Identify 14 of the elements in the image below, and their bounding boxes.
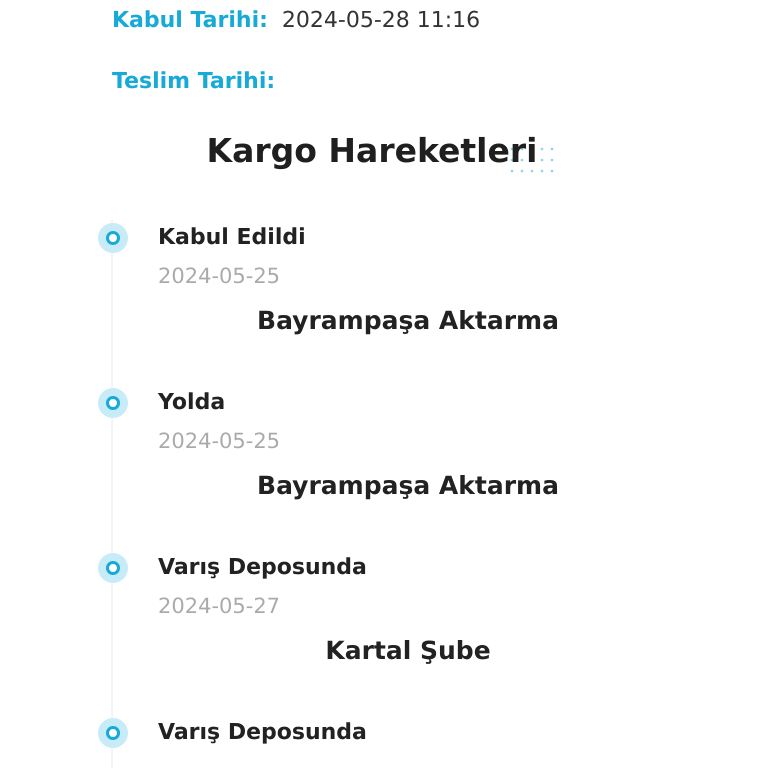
event-date: 2024-05-25 <box>158 428 282 454</box>
event-status: Kabul Edildi <box>158 224 307 252</box>
event-date: 2024-05-25 <box>158 262 282 290</box>
event-status: Varış Deposunda <box>158 718 368 746</box>
section-title: Kargo Hareketleri <box>206 131 538 170</box>
event-location: Bayrampaşa Aktarma <box>257 470 559 502</box>
event-status: Yolda <box>158 388 226 416</box>
field-label: Kabul Tarihi: <box>112 6 268 34</box>
field-value: 2024-05-28 11:16 <box>282 6 480 34</box>
event-location: Kartal Şube <box>325 634 491 666</box>
event-location: Bayrampaşa Aktarma <box>257 304 559 336</box>
event-date: 2024-05-27 <box>158 592 282 620</box>
field-label: Teslim Tarihi: <box>112 68 276 96</box>
event-status: Varış Deposunda <box>158 554 368 582</box>
